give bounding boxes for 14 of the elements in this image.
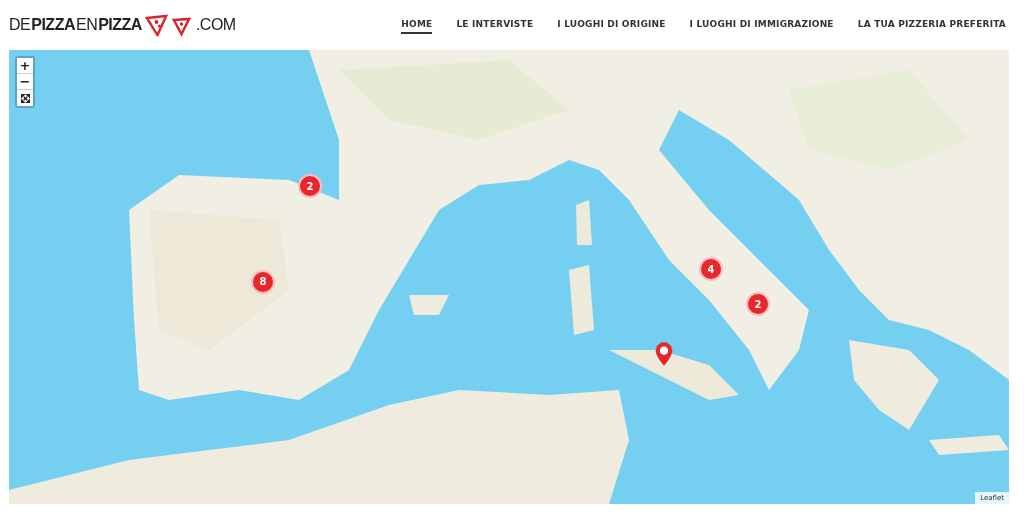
pizza-slice-icon <box>144 13 193 37</box>
logo-text: PIZZA <box>31 15 75 35</box>
nav-link[interactable]: LE INTERVISTE <box>456 16 534 34</box>
logo-text: EN <box>75 15 98 35</box>
logo-text: .COM <box>195 15 236 35</box>
nav-link[interactable]: I LUOGHI DI ORIGINE <box>557 16 666 34</box>
map-pin-icon[interactable] <box>654 341 674 368</box>
nav-link[interactable]: LA TUA PIZZERIA PREFERITA <box>857 16 1006 34</box>
logo-text: DE <box>9 15 31 35</box>
zoom-in-button[interactable]: + <box>17 58 33 74</box>
nav-link[interactable]: I LUOGHI DI IMMIGRAZIONE <box>689 16 834 34</box>
fullscreen-icon <box>20 93 30 103</box>
logo-text: PIZZA <box>98 15 142 35</box>
nav-link[interactable]: HOME <box>401 16 433 34</box>
